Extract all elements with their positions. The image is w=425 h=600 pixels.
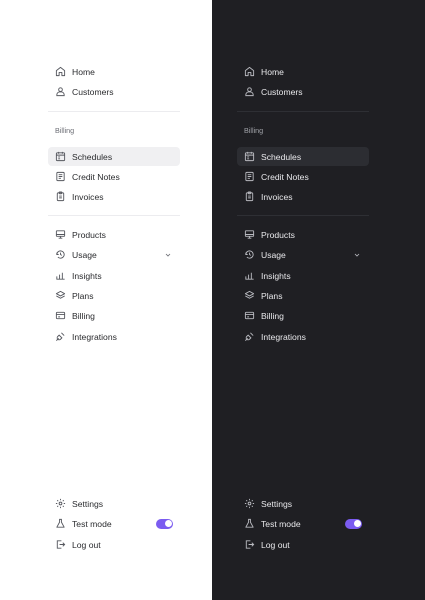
sidebar-item-label: Log out [72, 539, 101, 550]
sidebar-item-label: Settings [261, 498, 293, 509]
layers-icon [54, 290, 66, 302]
sidebar-item-label: Log out [261, 539, 290, 550]
sidebar-item-label: Insights [261, 270, 291, 281]
layers-icon [243, 290, 255, 302]
plug-icon [243, 331, 255, 343]
toggle-knob [164, 520, 172, 527]
sidebar-item-label: Schedules [261, 151, 302, 162]
bar-chart-icon [54, 270, 66, 282]
clipboard-icon [54, 191, 66, 203]
sidebar-item-label: Test mode [72, 518, 112, 529]
credit-card-icon [54, 310, 66, 322]
user-icon [54, 86, 66, 98]
sidebar-item-label: Home [72, 66, 95, 77]
logout-icon [243, 539, 255, 551]
sidebar-item-settings[interactable]: Settings [237, 494, 369, 513]
test-mode-toggle[interactable] [345, 518, 362, 529]
sidebar-item-customers[interactable]: Customers [237, 82, 369, 101]
sidebar-item-label: Usage [261, 249, 286, 260]
gauge-icon [243, 249, 255, 261]
sidebar-item-label: Invoices [72, 191, 104, 202]
flask-icon [243, 518, 255, 530]
sidebar-item-billing[interactable]: Billing [48, 306, 180, 325]
receipt-icon [54, 171, 66, 183]
sidebar-item-credit-notes[interactable]: Credit Notes [48, 167, 180, 186]
sidebar-comparison: Home Customers Billing Schedules Credit … [0, 0, 425, 600]
divider [237, 215, 369, 216]
sidebar-item-home[interactable]: Home [237, 62, 369, 81]
user-icon [243, 86, 255, 98]
sidebar-item-label: Billing [72, 310, 95, 321]
sidebar-item-invoices[interactable]: Invoices [237, 187, 369, 206]
divider [237, 111, 369, 112]
sidebar-light: Home Customers Billing Schedules Credit … [0, 0, 212, 600]
plug-icon [54, 331, 66, 343]
sidebar-item-products[interactable]: Products [48, 225, 180, 244]
sidebar-item-schedules[interactable]: Schedules [48, 147, 180, 166]
divider [48, 111, 180, 112]
sidebar-item-label: Credit Notes [72, 171, 120, 182]
sidebar-item-plans[interactable]: Plans [48, 286, 180, 305]
divider [48, 215, 180, 216]
sidebar-item-home[interactable]: Home [48, 62, 180, 81]
sidebar-item-label: Home [261, 66, 284, 77]
calendar-icon [243, 151, 255, 163]
sidebar-item-settings[interactable]: Settings [48, 494, 180, 513]
calendar-icon [54, 151, 66, 163]
section-label-billing: Billing [55, 126, 75, 135]
sidebar-item-invoices[interactable]: Invoices [48, 187, 180, 206]
bar-chart-icon [243, 270, 255, 282]
gear-icon [243, 498, 255, 510]
sidebar-item-customers[interactable]: Customers [48, 82, 180, 101]
sidebar-item-integrations[interactable]: Integrations [237, 327, 369, 346]
logout-icon [54, 539, 66, 551]
sidebar-item-label: Invoices [261, 191, 293, 202]
sidebar-item-products[interactable]: Products [237, 225, 369, 244]
sidebar-item-label: Products [72, 229, 106, 240]
sidebar-item-insights[interactable]: Insights [237, 266, 369, 285]
sidebar-item-usage[interactable]: Usage [237, 245, 369, 264]
flask-icon [54, 518, 66, 530]
clipboard-icon [243, 191, 255, 203]
sidebar-item-label: Usage [72, 249, 97, 260]
sidebar-item-label: Customers [72, 86, 114, 97]
toggle-knob [353, 520, 361, 527]
sidebar-item-label: Test mode [261, 518, 301, 529]
sidebar-item-billing[interactable]: Billing [237, 306, 369, 325]
sidebar-item-plans[interactable]: Plans [237, 286, 369, 305]
sidebar-item-test-mode[interactable]: Test mode [48, 514, 180, 533]
sidebar-item-label: Products [261, 229, 295, 240]
section-label-billing: Billing [244, 126, 264, 135]
sidebar-item-integrations[interactable]: Integrations [48, 327, 180, 346]
sidebar-item-log-out[interactable]: Log out [237, 535, 369, 554]
sidebar-item-log-out[interactable]: Log out [48, 535, 180, 554]
sidebar-item-credit-notes[interactable]: Credit Notes [237, 167, 369, 186]
sidebar-dark: Home Customers Billing Schedules Credit … [212, 0, 425, 600]
sidebar-item-label: Plans [261, 290, 283, 301]
sidebar-item-label: Settings [72, 498, 104, 509]
sidebar-item-test-mode[interactable]: Test mode [237, 514, 369, 533]
monitor-icon [243, 229, 255, 241]
sidebar-item-label: Integrations [261, 331, 306, 342]
chevron-down-icon[interactable] [353, 251, 361, 259]
sidebar-item-label: Schedules [72, 151, 113, 162]
sidebar-item-label: Insights [72, 270, 102, 281]
monitor-icon [54, 229, 66, 241]
sidebar-item-usage[interactable]: Usage [48, 245, 180, 264]
test-mode-toggle[interactable] [156, 518, 173, 529]
receipt-icon [243, 171, 255, 183]
sidebar-item-label: Plans [72, 290, 94, 301]
home-icon [243, 66, 255, 78]
sidebar-item-label: Integrations [72, 331, 117, 342]
gauge-icon [54, 249, 66, 261]
home-icon [54, 66, 66, 78]
credit-card-icon [243, 310, 255, 322]
sidebar-item-label: Billing [261, 310, 284, 321]
sidebar-item-label: Credit Notes [261, 171, 309, 182]
sidebar-item-label: Customers [261, 86, 303, 97]
gear-icon [54, 498, 66, 510]
sidebar-item-insights[interactable]: Insights [48, 266, 180, 285]
chevron-down-icon[interactable] [164, 251, 172, 259]
sidebar-item-schedules[interactable]: Schedules [237, 147, 369, 166]
